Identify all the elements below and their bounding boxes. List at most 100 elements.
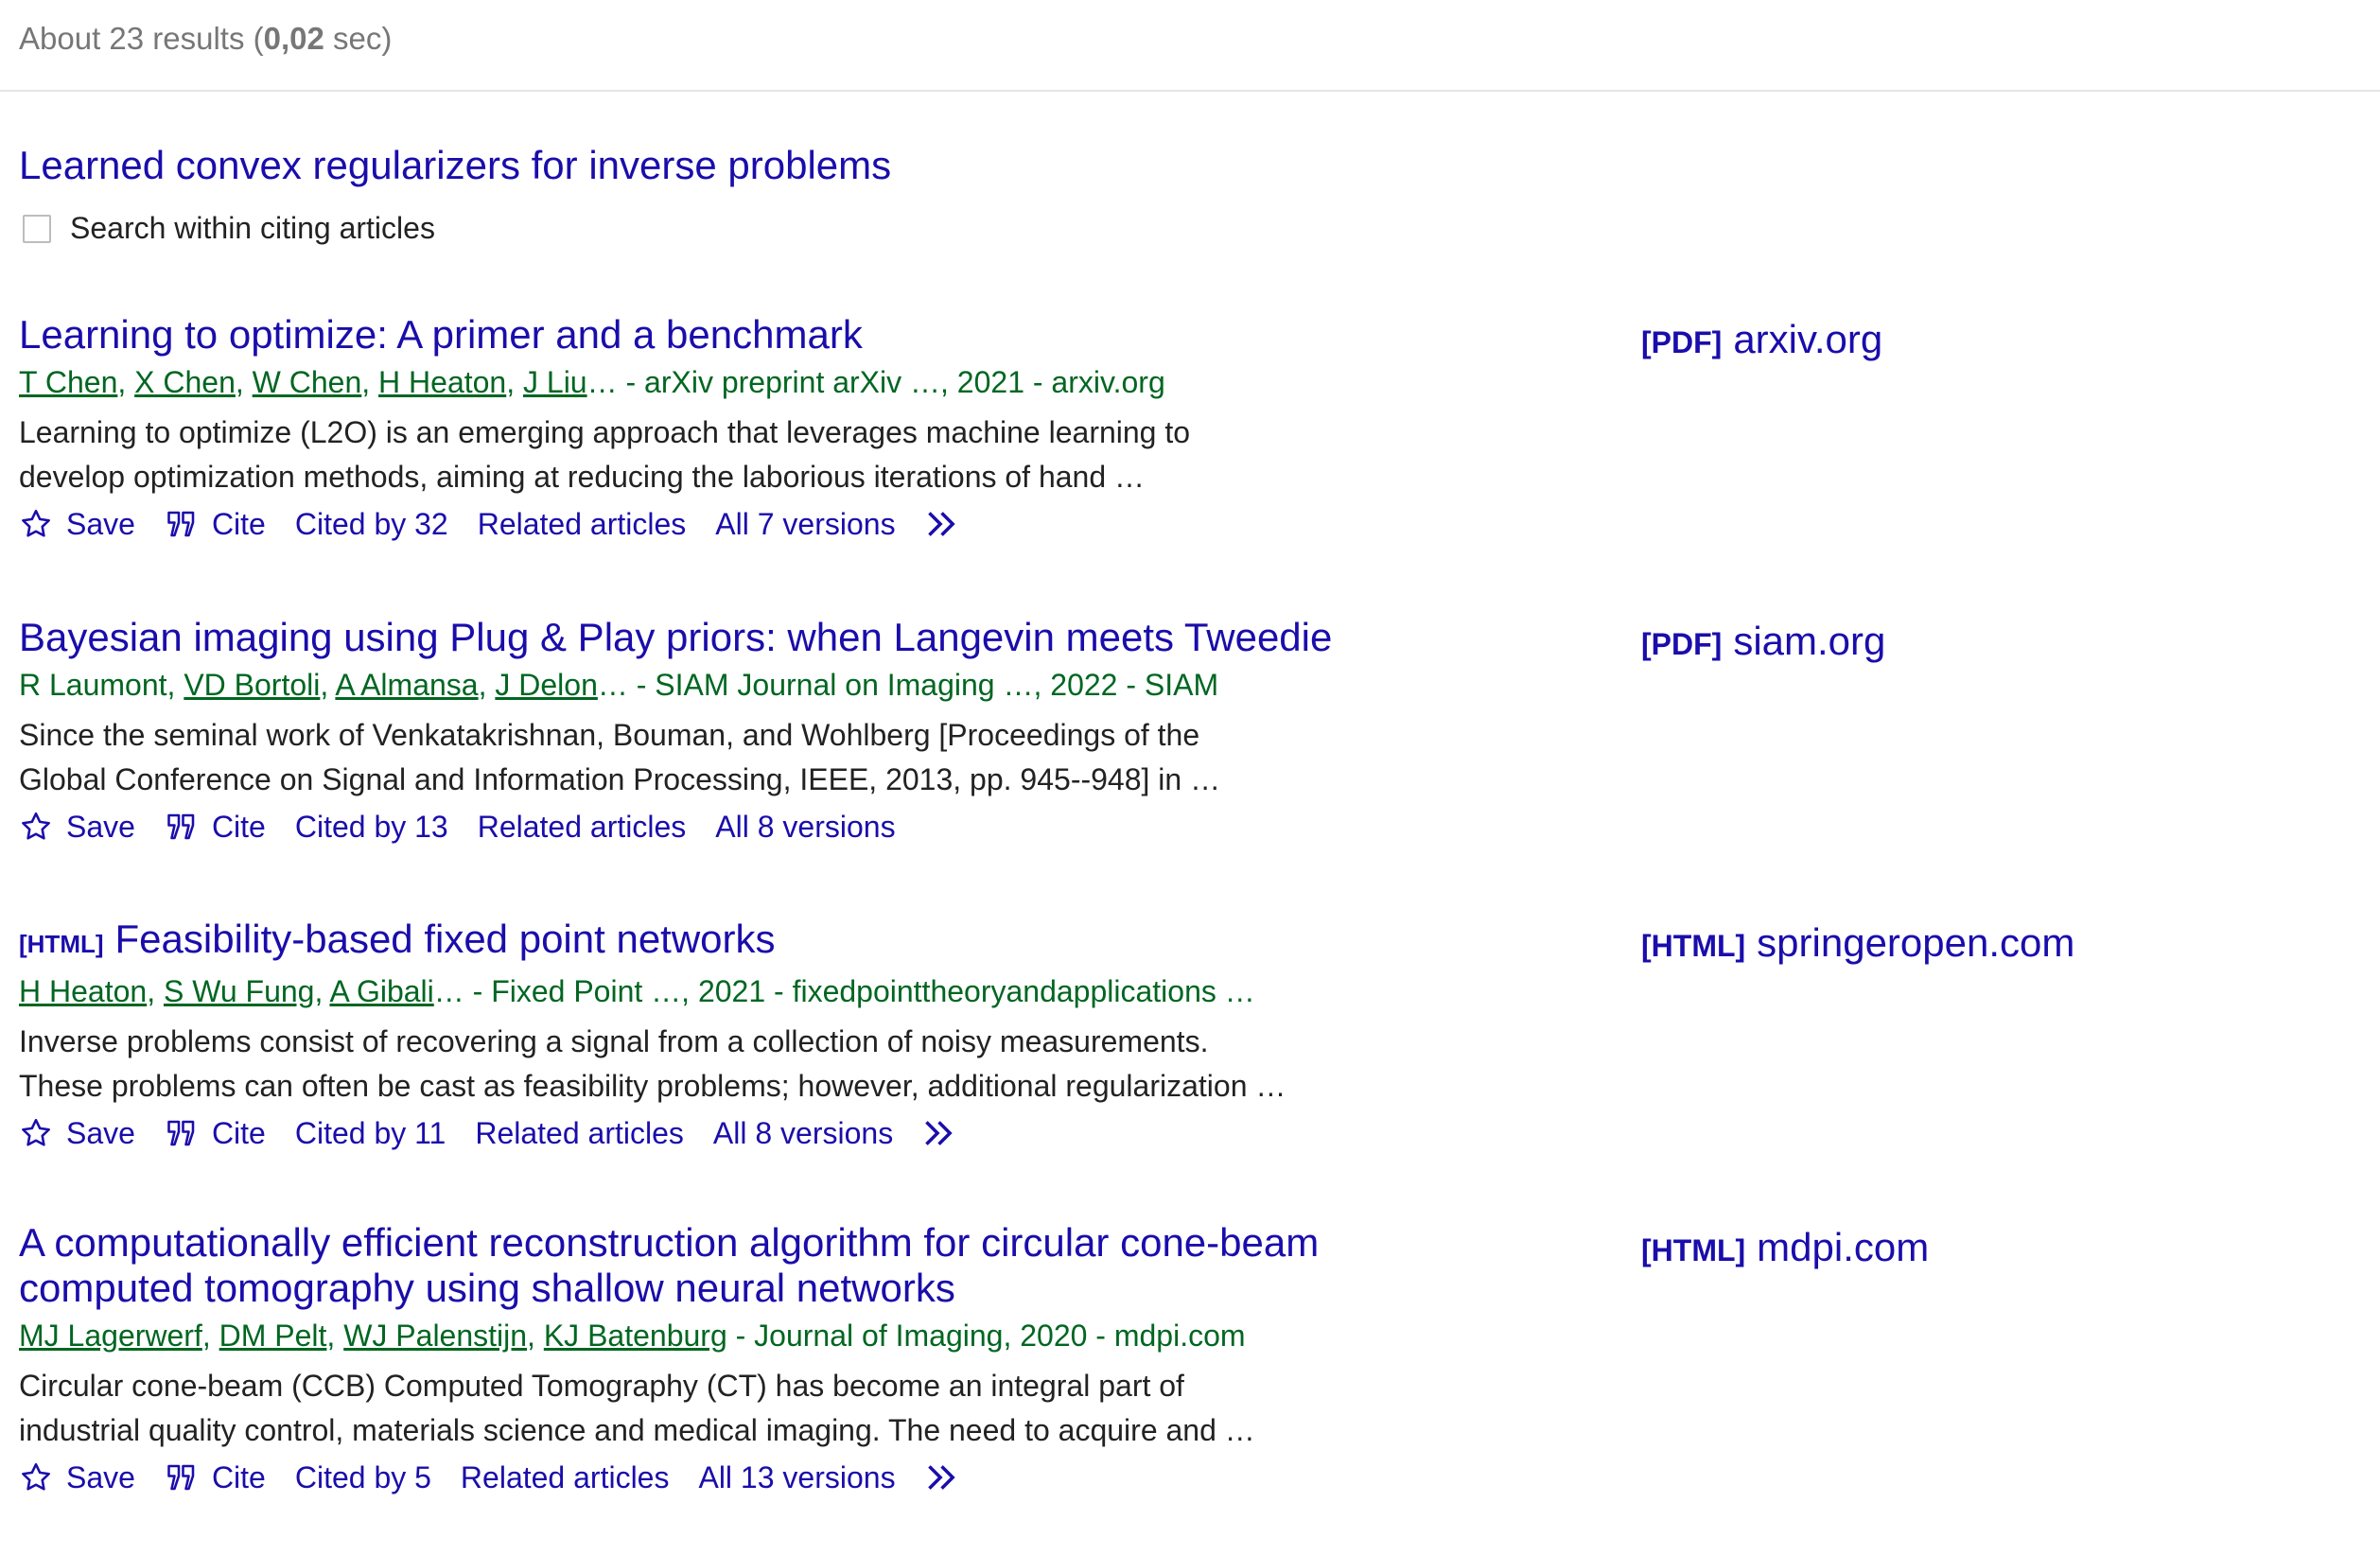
result-title[interactable]: Learning to optimize: A primer and a ben… [19, 312, 1381, 358]
more-options-icon[interactable] [925, 1462, 974, 1493]
more-options-icon[interactable] [925, 509, 974, 539]
quote-icon [165, 507, 212, 541]
snippet-line: Circular cone-beam (CCB) Computed Tomogr… [19, 1369, 1184, 1403]
save-button[interactable]: Save [19, 507, 135, 542]
cite-label: Cite [211, 506, 266, 541]
cited-article-title[interactable]: Learned convex regularizers for inverse … [19, 143, 891, 188]
result-source: … - arXiv preprint arXiv …, 2021 - arxiv… [586, 365, 1165, 399]
quote-icon [165, 1460, 212, 1494]
cited-by-link[interactable]: Cited by 5 [295, 1460, 431, 1495]
result-snippet: Circular cone-beam (CCB) Computed Tomogr… [19, 1364, 1305, 1453]
full-text-link[interactable]: [PDF] arxiv.org [1641, 317, 1882, 362]
save-label: Save [66, 1115, 135, 1150]
save-button[interactable]: Save [19, 810, 135, 845]
author-name[interactable]: A Gibali [329, 974, 433, 1008]
author-name[interactable]: WJ Palenstijn [343, 1319, 527, 1353]
full-text-type: [HTML] [1641, 1233, 1746, 1267]
author-name[interactable]: A Almansa [335, 668, 478, 702]
results-header: About 23 results (0,02 sec) [0, 0, 2380, 92]
result-title-text: Bayesian imaging using Plug & Play prior… [19, 615, 1333, 659]
result-snippet: Since the seminal work of Venkatakrishna… [19, 713, 1305, 802]
full-text-link[interactable]: [PDF] siam.org [1641, 619, 1885, 664]
result-title-text: A computationally efficient reconstructi… [19, 1220, 1320, 1310]
author-name[interactable]: H Heaton [19, 974, 147, 1008]
author-name[interactable]: VD Bortoli [184, 668, 320, 702]
result-title-text: Feasibility-based fixed point networks [114, 917, 776, 961]
snippet-line: industrial quality control, materials sc… [19, 1413, 1255, 1447]
search-result: Bayesian imaging using Plug & Play prior… [19, 615, 2346, 849]
full-text-type: [PDF] [1641, 627, 1723, 661]
author-name: R Laumont [19, 668, 167, 702]
result-title[interactable]: A computationally efficient reconstructi… [19, 1220, 1381, 1311]
full-text-domain: mdpi.com [1757, 1225, 1930, 1269]
star-icon [19, 810, 66, 844]
author-name[interactable]: T Chen [19, 365, 117, 399]
cite-button[interactable]: Cite [165, 1460, 266, 1495]
snippet-line: Learning to optimize (L2O) is an emergin… [19, 415, 1191, 449]
save-button[interactable]: Save [19, 1460, 135, 1495]
snippet-line: Inverse problems consist of recovering a… [19, 1024, 1209, 1058]
results-time: 0,02 [263, 21, 324, 56]
cited-by-link[interactable]: Cited by 11 [295, 1116, 446, 1151]
author-name[interactable]: J Liu [523, 365, 587, 399]
all-versions-link[interactable]: All 8 versions [713, 1116, 893, 1151]
save-label: Save [66, 1459, 135, 1494]
result-snippet: Inverse problems consist of recovering a… [19, 1020, 1305, 1109]
cite-button[interactable]: Cite [165, 810, 266, 845]
related-articles-link[interactable]: Related articles [478, 810, 687, 845]
save-button[interactable]: Save [19, 1116, 135, 1151]
result-actions: Save Cite Cited by 13 Related articles All 8… [19, 804, 2346, 849]
all-versions-link[interactable]: All 8 versions [715, 810, 895, 845]
author-name[interactable]: S Wu Fung [164, 974, 314, 1008]
all-versions-link[interactable]: All 7 versions [715, 507, 895, 542]
full-text-link[interactable]: [HTML] mdpi.com [1641, 1225, 1929, 1270]
all-versions-link[interactable]: All 13 versions [698, 1460, 895, 1495]
full-text-type: [HTML] [1641, 929, 1746, 963]
author-name[interactable]: W Chen [253, 365, 362, 399]
star-icon [19, 1460, 66, 1494]
author-name[interactable]: MJ Lagerwerf [19, 1319, 202, 1353]
author-name[interactable]: J Delon [495, 668, 598, 702]
full-text-domain: springeropen.com [1757, 920, 2075, 965]
result-actions: Save Cite Cited by 32 Related articles All 7… [19, 501, 2346, 547]
quote-icon [165, 810, 212, 844]
result-source: - Journal of Imaging, 2020 - mdpi.com [726, 1319, 1246, 1353]
author-name[interactable]: X Chen [134, 365, 236, 399]
results-count-prefix: About 23 results ( [19, 21, 264, 56]
search-within-checkbox[interactable] [23, 214, 51, 243]
author-name[interactable]: KJ Batenburg [544, 1319, 727, 1353]
cited-by-link[interactable]: Cited by 13 [295, 810, 448, 845]
save-label: Save [66, 809, 135, 844]
full-text-domain: siam.org [1733, 619, 1886, 663]
cite-button[interactable]: Cite [165, 1116, 266, 1151]
search-within-label: Search within citing articles [70, 211, 435, 245]
result-title[interactable]: Bayesian imaging using Plug & Play prior… [19, 615, 1381, 660]
full-text-domain: arxiv.org [1733, 317, 1883, 361]
author-name[interactable]: H Heaton [378, 365, 506, 399]
search-within-citing[interactable]: Search within citing articles [23, 211, 435, 246]
result-authors: MJ Lagerwerf, DM Pelt, WJ Palenstijn, KJ… [19, 1319, 1246, 1353]
author-name[interactable]: DM Pelt [219, 1319, 327, 1353]
full-text-link[interactable]: [HTML] springeropen.com [1641, 920, 2074, 966]
more-options-icon[interactable] [922, 1118, 971, 1148]
result-title[interactable]: [HTML] Feasibility-based fixed point netw… [19, 917, 1381, 967]
related-articles-link[interactable]: Related articles [478, 507, 687, 542]
result-authors: H Heaton, S Wu Fung, A Gibali… - Fixed P… [19, 974, 1255, 1008]
scholar-results-page: About 23 results (0,02 sec) Learned conv… [0, 0, 2380, 1555]
full-text-type: [PDF] [1641, 325, 1723, 359]
result-title-text: Learning to optimize: A primer and a ben… [19, 312, 863, 357]
results-count-suffix: sec) [324, 21, 393, 56]
snippet-line: These problems can often be cast as feas… [19, 1069, 1286, 1103]
result-source: … - Fixed Point …, 2021 - fixedpointtheo… [433, 974, 1255, 1008]
related-articles-link[interactable]: Related articles [461, 1460, 670, 1495]
save-label: Save [66, 506, 135, 541]
related-articles-link[interactable]: Related articles [475, 1116, 684, 1151]
cite-label: Cite [211, 1459, 266, 1494]
cite-label: Cite [211, 1115, 266, 1150]
cite-button[interactable]: Cite [165, 507, 266, 542]
snippet-line: Global Conference on Signal and Informat… [19, 762, 1221, 796]
results-count: About 23 results (0,02 sec) [19, 21, 392, 56]
result-authors: T Chen, X Chen, W Chen, H Heaton, J Liu…… [19, 365, 1165, 399]
snippet-line: Since the seminal work of Venkatakrishna… [19, 718, 1200, 752]
cited-by-link[interactable]: Cited by 32 [295, 507, 448, 542]
